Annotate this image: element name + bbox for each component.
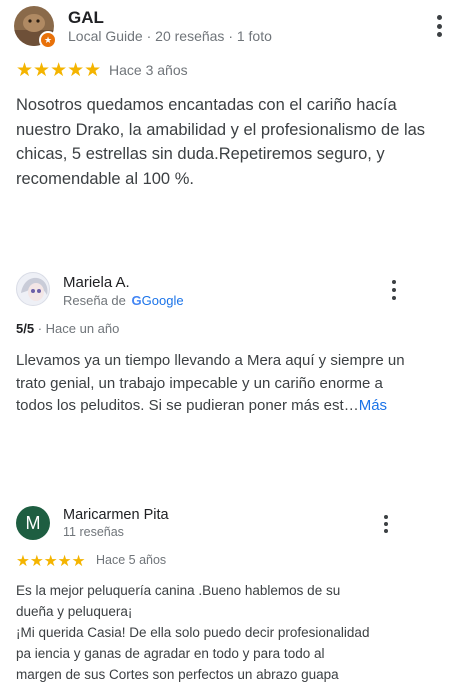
- reviewer-meta: Local Guide · 20 reseñas · 1 foto: [68, 28, 272, 44]
- reviewer-name[interactable]: Mariela A.: [63, 274, 130, 291]
- reviewer-name[interactable]: GAL: [68, 8, 104, 28]
- more-options-icon[interactable]: [427, 15, 451, 37]
- google-g-icon: G: [131, 293, 142, 308]
- more-options-icon[interactable]: [382, 280, 406, 300]
- source-label: Reseña de: [63, 293, 126, 308]
- score-row: 5/5 · Hace un año: [16, 321, 119, 336]
- review-text: Es la mejor peluquería canina .Bueno hab…: [16, 580, 436, 685]
- reviewer-name[interactable]: Maricarmen Pita: [63, 507, 169, 523]
- review-text-content: Llevamos ya un tiempo llevando a Mera aq…: [16, 352, 405, 414]
- review-text: Llevamos ya un tiempo llevando a Mera aq…: [16, 350, 411, 418]
- review-time: · Hace un año: [37, 321, 120, 336]
- review-card-mariela: Mariela A. Reseña de GGoogle 5/5 · Hace …: [0, 260, 456, 480]
- review-text-line: dueña y peluquera¡: [16, 604, 133, 619]
- avatar-maricarmen[interactable]: M: [16, 506, 50, 540]
- avatar-mariela[interactable]: [16, 272, 50, 306]
- review-text: Nosotros quedamos encantadas con el cari…: [16, 96, 426, 188]
- more-options-icon[interactable]: [374, 515, 398, 533]
- avatar-letter: M: [25, 512, 41, 533]
- reviewer-meta: 11 reseñas: [63, 525, 124, 539]
- review-text-line: ¡Mi querida Casia! De ella solo puedo de…: [16, 625, 370, 640]
- more-link[interactable]: Más: [359, 397, 387, 414]
- star-rating: ★★★★★: [16, 553, 86, 570]
- local-guide-badge-icon: ★: [39, 31, 57, 49]
- review-score: 5/5: [16, 321, 35, 336]
- review-time: Hace 3 años: [109, 62, 188, 78]
- review-time: Hace 5 años: [96, 553, 167, 567]
- review-card-maricarmen: M Maricarmen Pita 11 reseñas ★★★★★ Hace …: [0, 480, 456, 699]
- review-text-line: Es la mejor peluquería canina .Bueno hab…: [16, 583, 341, 598]
- star-rating: ★★★★★: [16, 60, 102, 81]
- reviewer-source: Reseña de GGoogle: [63, 293, 184, 308]
- review-text-line: margen de sus Cortes son perfectos un ab…: [16, 667, 339, 682]
- avatar-illustration-mariela: [21, 277, 48, 301]
- google-word: Google: [141, 293, 184, 308]
- review-card-gal: ★ GAL Local Guide · 20 reseñas · 1 foto …: [0, 0, 456, 260]
- review-text-line: pa iencia y ganas de agradar en todo y p…: [16, 646, 325, 661]
